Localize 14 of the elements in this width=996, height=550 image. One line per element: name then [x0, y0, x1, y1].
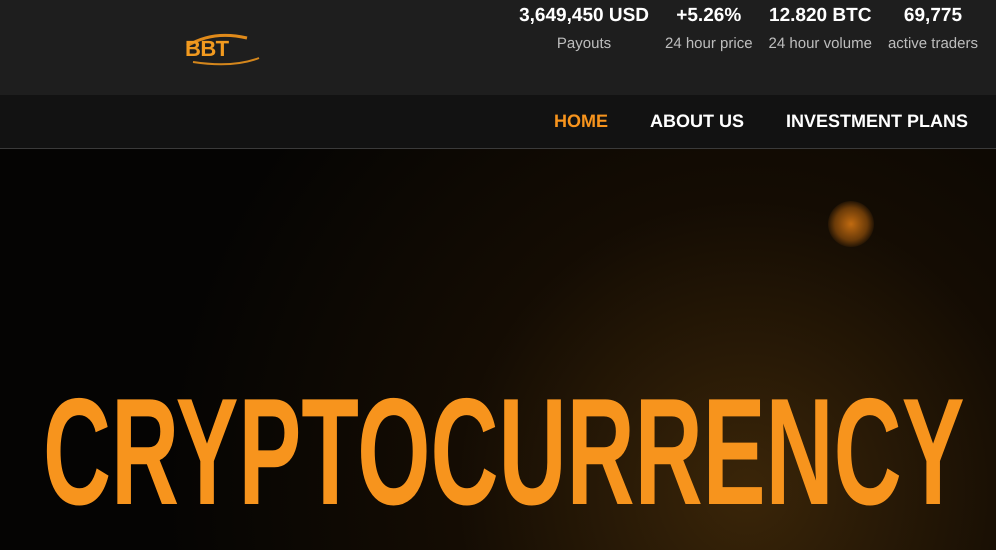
stat-value: 12.820 BTC [769, 5, 872, 27]
stat-value: 69,775 [904, 5, 962, 27]
stat-value: +5.26% [676, 5, 742, 27]
stat-label: Payouts [556, 35, 612, 53]
stat-label: 24 hour volume [768, 35, 872, 53]
stat-label: 24 hour price [664, 35, 753, 53]
nav-link[interactable]: HOME [554, 108, 608, 135]
nav-link[interactable]: INVESTMENT PLANS [786, 108, 968, 135]
glow-drawing [828, 201, 874, 247]
logo-drawing[interactable]: BBT [183, 32, 261, 68]
stat-value: 3,649,450 USD [519, 5, 649, 27]
hero-headline: CRYPTOCURRENCY [43, 377, 965, 527]
stat-label: active traders [888, 35, 978, 53]
nav-link[interactable]: ABOUT US [650, 108, 744, 135]
